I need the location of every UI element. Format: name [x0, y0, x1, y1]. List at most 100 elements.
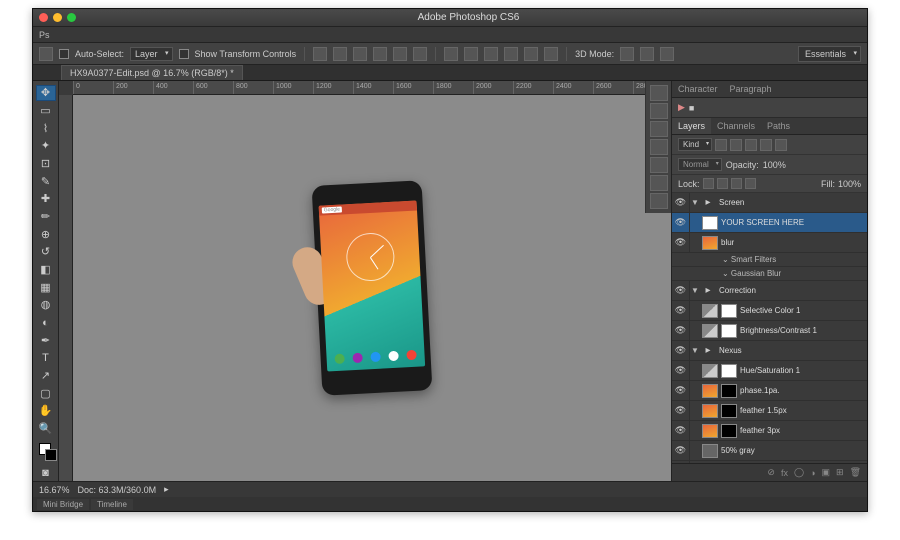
- actions-panel-icon[interactable]: [650, 103, 668, 119]
- layer-row[interactable]: 👁50% gray: [672, 441, 867, 461]
- opacity-value[interactable]: 100%: [763, 160, 786, 170]
- visibility-toggle[interactable]: 👁: [672, 193, 690, 212]
- layer-row[interactable]: 👁blur: [672, 233, 867, 253]
- path-tool[interactable]: ↗: [36, 368, 56, 384]
- visibility-toggle[interactable]: 👁: [672, 361, 690, 380]
- filter-pixel-icon[interactable]: [715, 139, 727, 151]
- history-panel-icon[interactable]: [650, 85, 668, 101]
- maximize-button[interactable]: [67, 13, 76, 22]
- distribute-icon[interactable]: [504, 47, 518, 61]
- layer-name[interactable]: feather 3px: [740, 426, 780, 435]
- layer-thumbnail[interactable]: [702, 424, 718, 438]
- twisty-icon[interactable]: ▼: [690, 286, 700, 295]
- layer-name[interactable]: phase.1pa.: [740, 386, 780, 395]
- layer-thumbnail[interactable]: [702, 236, 718, 250]
- lock-transparency-icon[interactable]: [703, 178, 714, 189]
- layer-row[interactable]: 👁 Brightness/Contrast 1: [672, 321, 867, 341]
- workspace-dropdown[interactable]: Essentials: [798, 46, 861, 62]
- visibility-toggle[interactable]: 👁: [672, 401, 690, 420]
- minimize-button[interactable]: [53, 13, 62, 22]
- visibility-toggle[interactable]: 👁: [672, 421, 690, 440]
- layer-name[interactable]: Nexus: [719, 346, 742, 355]
- layer-mask-thumbnail[interactable]: [721, 424, 737, 438]
- twisty-icon[interactable]: ▼: [690, 198, 700, 207]
- visibility-toggle[interactable]: 👁: [672, 381, 690, 400]
- filter-adj-icon[interactable]: [730, 139, 742, 151]
- kind-dropdown[interactable]: Kind: [678, 138, 712, 151]
- layer-name[interactable]: Correction: [719, 286, 756, 295]
- distribute-icon[interactable]: [544, 47, 558, 61]
- lock-all-icon[interactable]: [745, 178, 756, 189]
- canvas[interactable]: Google: [73, 95, 671, 481]
- trash-icon[interactable]: 🗑: [850, 467, 861, 478]
- tab-channels[interactable]: Channels: [711, 118, 761, 134]
- 3d-icon[interactable]: [640, 47, 654, 61]
- layer-thumbnail[interactable]: [702, 216, 718, 230]
- horizontal-ruler[interactable]: 0200400600800100012001400160018002000220…: [73, 81, 671, 95]
- marquee-tool[interactable]: ▭: [36, 103, 56, 119]
- group-icon[interactable]: ▣: [822, 467, 831, 478]
- fill-value[interactable]: 100%: [838, 179, 861, 189]
- play-icon[interactable]: ▶: [678, 102, 685, 113]
- eyedropper-tool[interactable]: ✎: [36, 173, 56, 189]
- styles-panel-icon[interactable]: [650, 175, 668, 191]
- tab-character[interactable]: Character: [672, 81, 724, 97]
- tab-layers[interactable]: Layers: [672, 118, 711, 134]
- dodge-tool[interactable]: ◐: [36, 315, 56, 331]
- history-brush-tool[interactable]: ↺: [36, 244, 56, 260]
- doc-size[interactable]: Doc: 63.3M/360.0M: [78, 485, 157, 495]
- distribute-icon[interactable]: [464, 47, 478, 61]
- layer-name[interactable]: Brightness/Contrast 1: [740, 326, 817, 335]
- layer-mask-thumbnail[interactable]: [721, 324, 737, 338]
- layer-mask-thumbnail[interactable]: [721, 364, 737, 378]
- layer-row[interactable]: 👁YOUR SCREEN HERE: [672, 213, 867, 233]
- mask-icon[interactable]: ◯: [794, 467, 804, 478]
- auto-select-dropdown[interactable]: Layer: [130, 47, 173, 61]
- close-button[interactable]: [39, 13, 48, 22]
- layer-row[interactable]: 👁▼▸Nexus: [672, 341, 867, 361]
- tab-timeline[interactable]: Timeline: [91, 499, 133, 510]
- tab-mini-bridge[interactable]: Mini Bridge: [37, 499, 89, 510]
- gradient-tool[interactable]: ▦: [36, 279, 56, 295]
- visibility-toggle[interactable]: 👁: [672, 341, 690, 360]
- layer-row[interactable]: 👁 feather 3px: [672, 421, 867, 441]
- adj-layer-icon[interactable]: ◑: [810, 468, 815, 478]
- swatches-panel-icon[interactable]: [650, 157, 668, 173]
- pen-tool[interactable]: ✒: [36, 332, 56, 348]
- eraser-tool[interactable]: ◧: [36, 262, 56, 278]
- layer-mask-thumbnail[interactable]: [721, 384, 737, 398]
- layer-thumbnail[interactable]: [702, 304, 718, 318]
- layers-list[interactable]: 👁▼▸Screen👁YOUR SCREEN HERE👁blur⌄ Smart F…: [672, 193, 867, 463]
- filter-shape-icon[interactable]: [760, 139, 772, 151]
- visibility-toggle[interactable]: 👁: [672, 301, 690, 320]
- layer-thumbnail[interactable]: [702, 364, 718, 378]
- align-icon[interactable]: [413, 47, 427, 61]
- background-swatch[interactable]: [45, 449, 57, 461]
- visibility-toggle[interactable]: 👁: [672, 321, 690, 340]
- blend-mode-dropdown[interactable]: Normal: [678, 158, 722, 171]
- stop-icon[interactable]: ■: [689, 103, 694, 113]
- move-tool[interactable]: ✥: [36, 85, 56, 101]
- ps-logo-icon[interactable]: Ps: [39, 30, 50, 40]
- shape-tool[interactable]: ▢: [36, 385, 56, 401]
- crop-tool[interactable]: ⊡: [36, 156, 56, 172]
- status-chevron-icon[interactable]: ▸: [164, 484, 169, 495]
- properties-panel-icon[interactable]: [650, 121, 668, 137]
- filter-smart-icon[interactable]: [775, 139, 787, 151]
- layer-thumbnail[interactable]: [702, 404, 718, 418]
- layer-mask-thumbnail[interactable]: [721, 404, 737, 418]
- lock-position-icon[interactable]: [731, 178, 742, 189]
- layer-name[interactable]: 50% gray: [721, 446, 755, 455]
- 3d-icon[interactable]: [660, 47, 674, 61]
- layer-thumbnail[interactable]: [702, 324, 718, 338]
- twisty-icon[interactable]: ▼: [690, 346, 700, 355]
- layer-thumbnail[interactable]: [702, 444, 718, 458]
- zoom-tool[interactable]: 🔍: [36, 421, 56, 437]
- quickmask-toggle[interactable]: ◙: [36, 465, 56, 481]
- layer-row[interactable]: 👁 Hue/Saturation 1: [672, 361, 867, 381]
- layer-name[interactable]: Hue/Saturation 1: [740, 366, 800, 375]
- brush-tool[interactable]: ✏: [36, 209, 56, 225]
- align-icon[interactable]: [393, 47, 407, 61]
- align-icon[interactable]: [373, 47, 387, 61]
- align-icon[interactable]: [353, 47, 367, 61]
